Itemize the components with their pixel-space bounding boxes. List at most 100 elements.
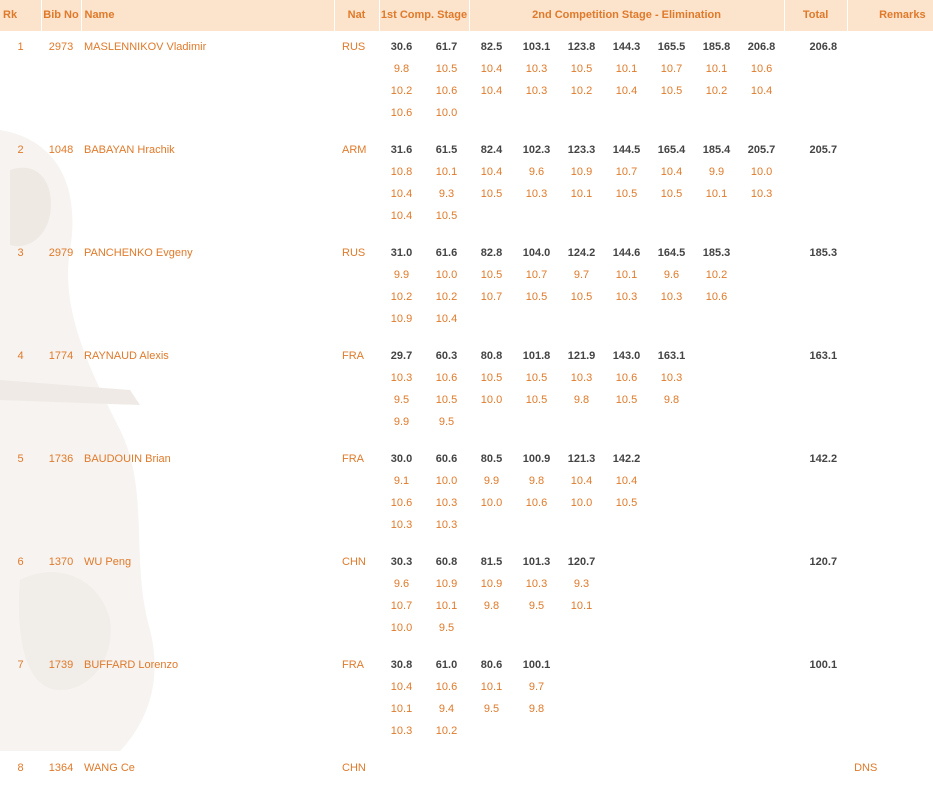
col-header-stage1: 1st Comp. Stage [379,0,470,31]
athlete-row: 2 1048 BABAYAN Hrachik ARM 31.6 61.5 82.4 102.3… [0,134,933,161]
empty-cell [41,367,81,389]
shot-row: 10.4 10.6 10.1 9.7 [0,676,933,698]
shot-score: 10.6 [615,372,638,384]
empty-cell [334,411,379,443]
cumulative-score [649,649,694,676]
cumulative-score: 124.2 [567,247,596,259]
shot-score: 10.1 [435,600,458,612]
empty-cell [81,411,334,443]
cumulative-score: 29.7 [390,350,413,362]
empty-cell [784,58,847,80]
shot-score: 10.9 [390,313,413,325]
remarks-cell [847,134,933,161]
empty-cell [0,264,41,286]
nation-code: FRA [342,453,364,465]
shot-score [739,286,784,308]
shot-score [694,411,739,443]
empty-cell [81,617,334,649]
shot-score: 10.2 [435,291,458,303]
shot-score: 10.3 [660,291,683,303]
shot-score [694,720,739,752]
empty-cell [784,492,847,514]
empty-cell [334,595,379,617]
shot-score [649,617,694,649]
nation-code: RUS [342,41,366,53]
shot-row: 10.9 10.4 [0,308,933,340]
shot-score [514,411,559,443]
shot-score: 10.5 [480,188,503,200]
empty-cell [334,367,379,389]
empty-cell [81,183,334,205]
empty-cell [41,264,81,286]
empty-cell [81,720,334,752]
cumulative-score: 102.3 [522,144,551,156]
empty-cell [847,264,933,286]
shot-score [739,698,784,720]
shot-score [694,205,739,237]
empty-cell [0,58,41,80]
shot-score [739,676,784,698]
empty-cell [0,102,41,134]
shot-score: 10.4 [480,85,503,97]
rank-cell: 5 [17,453,24,465]
empty-cell [847,205,933,237]
total-score: 120.7 [809,556,838,568]
shot-score [469,102,514,134]
empty-cell [784,676,847,698]
shot-score: 10.5 [615,188,638,200]
empty-cell [847,492,933,514]
shot-row: 9.6 10.9 10.9 10.3 9.3 [0,573,933,595]
shot-score: 9.6 [393,578,410,590]
shot-score: 9.8 [573,394,590,406]
empty-cell [81,389,334,411]
shot-score: 9.5 [393,394,410,406]
total-score: 100.1 [809,659,838,671]
empty-cell [81,367,334,389]
shot-score: 10.9 [570,166,593,178]
shot-score: 9.6 [528,166,545,178]
remarks-cell [847,546,933,573]
shot-score [604,595,649,617]
empty-cell [81,102,334,134]
cumulative-score: 163.1 [657,350,686,362]
empty-cell [0,205,41,237]
shot-score [559,698,604,720]
bib-cell: 2979 [48,247,74,259]
nation-code: RUS [342,247,366,259]
empty-cell [81,698,334,720]
shot-score [559,102,604,134]
shot-score: 10.4 [615,475,638,487]
bib-cell: 1736 [48,453,74,465]
empty-cell [847,720,933,752]
shot-row: 10.2 10.6 10.4 10.3 10.2 10.4 10.5 10.2 10.4 [0,80,933,102]
cumulative-score: 103.1 [522,41,551,53]
shot-score [514,308,559,340]
shot-row: 10.3 10.3 [0,514,933,546]
shot-score: 10.2 [570,85,593,97]
shot-score [604,573,649,595]
empty-cell [41,80,81,102]
shot-row: 10.6 10.0 [0,102,933,134]
empty-cell [847,573,933,595]
empty-cell [847,676,933,698]
cumulative-score: 144.3 [612,41,641,53]
shot-score: 10.5 [615,394,638,406]
shot-score: 10.0 [435,475,458,487]
shot-score [739,595,784,617]
empty-cell [81,205,334,237]
shot-score: 10.2 [390,291,413,303]
empty-cell [0,720,41,752]
cumulative-score: 31.6 [390,144,413,156]
empty-cell [0,470,41,492]
shot-score [514,514,559,546]
shot-score [559,676,604,698]
shot-score [649,514,694,546]
shot-row: 10.7 10.1 9.8 9.5 10.1 [0,595,933,617]
shot-score [469,411,514,443]
empty-cell [81,161,334,183]
empty-cell [784,264,847,286]
empty-cell [784,183,847,205]
empty-cell [334,514,379,546]
shot-score: 9.9 [393,269,410,281]
empty-cell [0,286,41,308]
